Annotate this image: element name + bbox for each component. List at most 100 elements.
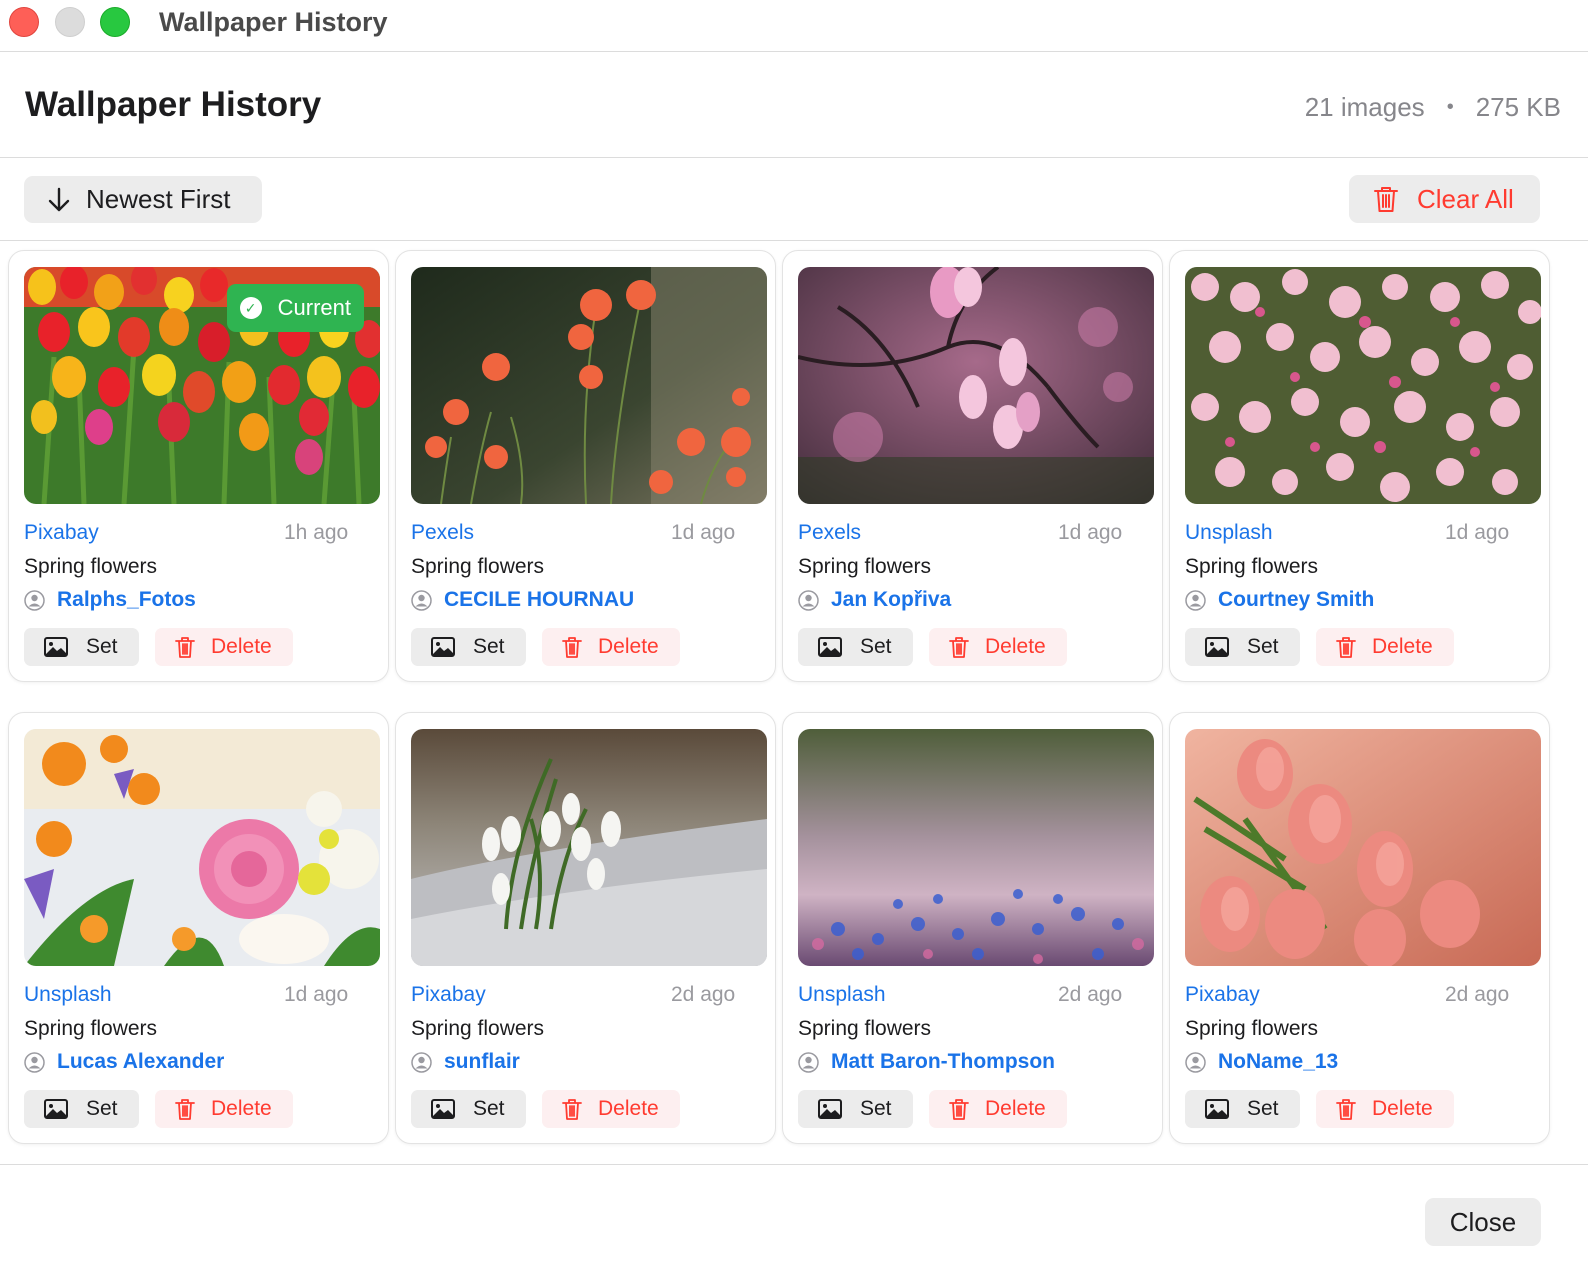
category-label: Spring flowers [1185,555,1319,578]
person-icon [411,1051,432,1073]
photo-icon [431,1099,455,1119]
clear-all-label: Clear All [1417,183,1514,214]
history-stats: 21 images • 275 KB [1305,92,1561,123]
source-link[interactable]: Pexels [411,521,474,545]
wallpaper-card: Pixabay 2d ago Spring flowers NoName_13 … [1169,712,1550,1144]
source-link[interactable]: Unsplash [24,983,112,1007]
author-name: Matt Baron-Thompson [831,1050,1055,1073]
header: Wallpaper History 21 images • 275 KB [0,52,1588,158]
wallpaper-card: Pixabay 2d ago Spring flowers sunflair S… [395,712,776,1144]
set-label: Set [86,635,118,658]
wallpaper-thumbnail[interactable] [24,729,380,966]
author-link[interactable]: NoName_13 [1185,1050,1338,1074]
trash-icon [949,637,969,658]
wallpaper-thumbnail[interactable] [411,729,767,966]
wallpaper-card: Unsplash 1d ago Spring flowers Lucas Ale… [8,712,389,1144]
set-wallpaper-button[interactable]: Set [798,628,913,666]
close-window-button[interactable] [9,7,39,37]
delete-button[interactable]: Delete [155,1090,293,1128]
close-button[interactable]: Close [1425,1198,1541,1246]
person-icon [798,589,819,611]
source-link[interactable]: Pixabay [24,521,99,545]
category-label: Spring flowers [24,555,158,578]
delete-label: Delete [985,1097,1046,1120]
wallpaper-card: Unsplash 2d ago Spring flowers Matt Baro… [782,712,1163,1144]
category-label: Spring flowers [798,1017,932,1040]
delete-button[interactable]: Delete [542,628,680,666]
trash-icon [175,637,195,658]
trash-icon [175,1099,195,1120]
author-name: Jan Kopřiva [831,588,952,611]
set-label: Set [1247,1097,1279,1120]
set-wallpaper-button[interactable]: Set [411,1090,526,1128]
author-name: NoName_13 [1218,1050,1339,1073]
total-size: 275 KB [1475,92,1561,122]
delete-button[interactable]: Delete [929,1090,1067,1128]
category-label: Spring flowers [411,1017,545,1040]
wallpaper-thumbnail[interactable] [411,267,767,504]
category-label: Spring flowers [1185,1017,1319,1040]
timestamp: 1d ago [284,983,349,1006]
set-wallpaper-button[interactable]: Set [411,628,526,666]
sort-button[interactable]: Newest First [24,176,262,223]
wallpaper-thumbnail[interactable] [1185,729,1541,966]
wallpaper-card: Pexels 1d ago Spring flowers Jan Kopřiva… [782,250,1163,682]
delete-button[interactable]: Delete [542,1090,680,1128]
wallpaper-thumbnail[interactable] [798,267,1154,504]
delete-button[interactable]: Delete [155,628,293,666]
set-wallpaper-button[interactable]: Set [1185,1090,1300,1128]
source-link[interactable]: Pixabay [411,983,486,1007]
current-badge: ✓ Current [226,284,364,332]
delete-label: Delete [1372,635,1433,658]
set-label: Set [860,635,892,658]
delete-label: Delete [211,635,272,658]
timestamp: 1d ago [671,521,736,544]
author-name: CECILE HOURNAU [444,588,635,611]
delete-button[interactable]: Delete [1316,1090,1454,1128]
source-link[interactable]: Pexels [798,521,861,545]
set-wallpaper-button[interactable]: Set [24,1090,139,1128]
image-count: 21 images [1304,92,1425,122]
trash-icon [562,1099,582,1120]
author-link[interactable]: Ralphs_Fotos [24,588,196,612]
source-link[interactable]: Unsplash [1185,521,1273,545]
source-link[interactable]: Pixabay [1185,983,1260,1007]
clear-all-button[interactable]: Clear All [1349,175,1540,223]
source-link[interactable]: Unsplash [798,983,886,1007]
category-label: Spring flowers [24,1017,158,1040]
photo-icon [44,1099,68,1119]
author-link[interactable]: CECILE HOURNAU [411,588,634,612]
set-wallpaper-button[interactable]: Set [24,628,139,666]
person-icon [24,1051,45,1073]
window-title: Wallpaper History [159,7,388,37]
author-link[interactable]: sunflair [411,1050,520,1074]
minimize-window-button[interactable] [55,7,85,37]
trash-icon [1336,1099,1356,1120]
person-icon [798,1051,819,1073]
trash-icon [1374,187,1398,212]
wallpaper-card: Unsplash 1d ago Spring flowers Courtney … [1169,250,1550,682]
delete-button[interactable]: Delete [929,628,1067,666]
category-label: Spring flowers [798,555,932,578]
wallpaper-card: Pexels 1d ago Spring flowers CECILE HOUR… [395,250,776,682]
author-link[interactable]: Matt Baron-Thompson [798,1050,1055,1074]
set-label: Set [86,1097,118,1120]
delete-button[interactable]: Delete [1316,628,1454,666]
arrow-down-icon [48,187,70,211]
delete-label: Delete [985,635,1046,658]
sort-label: Newest First [86,184,231,214]
photo-icon [1205,637,1229,657]
author-link[interactable]: Jan Kopřiva [798,588,951,612]
timestamp: 2d ago [1058,983,1123,1006]
author-link[interactable]: Courtney Smith [1185,588,1374,612]
category-label: Spring flowers [411,555,545,578]
set-wallpaper-button[interactable]: Set [1185,628,1300,666]
photo-icon [431,637,455,657]
wallpaper-thumbnail[interactable] [1185,267,1541,504]
wallpaper-card: ✓ Current Pixabay 1h ago Spring flowers … [8,250,389,682]
set-wallpaper-button[interactable]: Set [798,1090,913,1128]
wallpaper-thumbnail[interactable]: ✓ Current [24,267,380,504]
author-link[interactable]: Lucas Alexander [24,1050,224,1074]
wallpaper-thumbnail[interactable] [798,729,1154,966]
zoom-window-button[interactable] [100,7,130,37]
